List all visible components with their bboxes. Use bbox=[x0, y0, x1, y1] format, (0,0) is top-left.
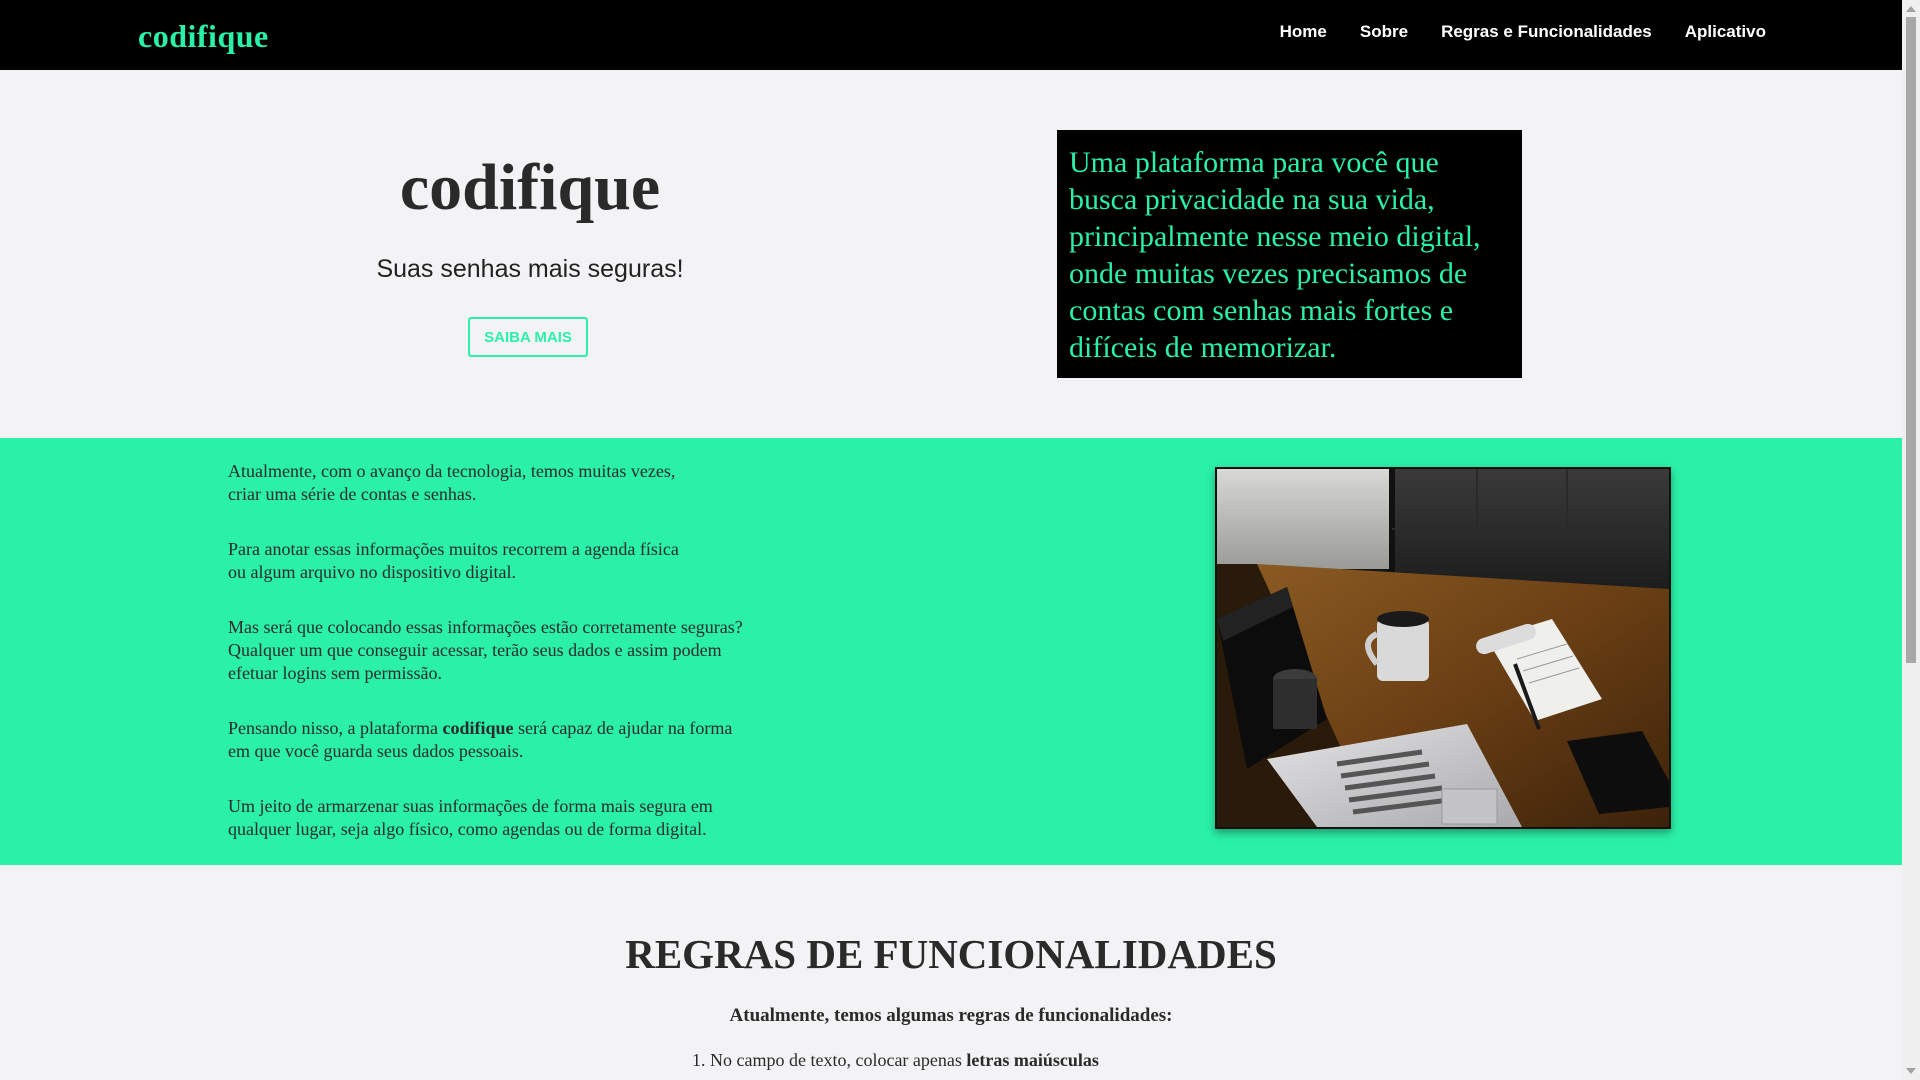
rule-text: 1. No campo de texto, colocar apenas bbox=[692, 1050, 967, 1070]
nav-links: Home Sobre Regras e Funcionalidades Apli… bbox=[1280, 22, 1766, 42]
about-paragraph: Pensando nisso, a plataforma codifique s… bbox=[228, 717, 828, 763]
rule-emphasis: letras maiúsculas bbox=[966, 1050, 1099, 1070]
about-line: criar uma série de contas e senhas. bbox=[228, 484, 477, 504]
about-line: Qualquer um que conseguir acessar, terão… bbox=[228, 640, 722, 660]
about-line: em que você guarda seus dados pessoais. bbox=[228, 741, 524, 761]
list-item: 1. No campo de texto, colocar apenas let… bbox=[692, 1050, 1099, 1071]
scroll-up-arrow-icon[interactable] bbox=[1906, 6, 1916, 12]
about-line: Pensando nisso, a plataforma bbox=[228, 718, 443, 738]
about-paragraph: Para anotar essas informações muitos rec… bbox=[228, 538, 828, 584]
rules-title: REGRAS DE FUNCIONALIDADES bbox=[625, 931, 1277, 977]
nav-link-aplicativo[interactable]: Aplicativo bbox=[1685, 22, 1766, 42]
navbar: codifique Home Sobre Regras e Funcionali… bbox=[0, 0, 1902, 70]
hero-subtitle: Suas senhas mais seguras! bbox=[376, 255, 684, 283]
hero-description-text: Uma plataforma para você que busca priva… bbox=[1069, 146, 1481, 364]
brand-logo[interactable]: codifique bbox=[138, 18, 269, 55]
hero-title: codifique bbox=[399, 151, 661, 224]
nav-link-home[interactable]: Home bbox=[1280, 22, 1327, 42]
brand-mention: codifique bbox=[442, 718, 514, 738]
about-line: Um jeito de armarzenar suas informações … bbox=[228, 796, 713, 816]
about-line: será capaz de ajudar na forma bbox=[513, 718, 733, 738]
workspace-photo bbox=[1215, 467, 1671, 829]
about-text: Atualmente, com o avanço da tecnologia, … bbox=[228, 460, 828, 873]
workspace-photo-illustration bbox=[1217, 469, 1669, 827]
about-section: Atualmente, com o avanço da tecnologia, … bbox=[0, 438, 1902, 865]
about-paragraph: Atualmente, com o avanço da tecnologia, … bbox=[228, 460, 828, 506]
about-paragraph: Mas será que colocando essas informações… bbox=[228, 616, 828, 685]
about-line: Mas será que colocando essas informações… bbox=[228, 617, 743, 637]
scroll-down-arrow-icon[interactable] bbox=[1906, 1068, 1916, 1074]
about-line: qualquer lugar, seja algo físico, como a… bbox=[228, 819, 707, 839]
about-line: efetuar logins sem permissão. bbox=[228, 663, 442, 683]
vertical-scrollbar[interactable] bbox=[1902, 0, 1920, 1080]
nav-link-sobre[interactable]: Sobre bbox=[1360, 22, 1408, 42]
scrollbar-thumb[interactable] bbox=[1906, 17, 1916, 663]
about-line: Para anotar essas informações muitos rec… bbox=[228, 539, 679, 559]
saiba-mais-button[interactable]: SAIBA MAIS bbox=[468, 317, 588, 357]
rules-intro: Atualmente, temos algumas regras de func… bbox=[729, 1005, 1173, 1026]
nav-link-regras[interactable]: Regras e Funcionalidades bbox=[1441, 22, 1652, 42]
about-paragraph: Um jeito de armarzenar suas informações … bbox=[228, 795, 828, 841]
about-line: ou algum arquivo no dispositivo digital. bbox=[228, 562, 516, 582]
about-line: Atualmente, com o avanço da tecnologia, … bbox=[228, 461, 676, 481]
rules-list: 1. No campo de texto, colocar apenas let… bbox=[692, 1050, 1099, 1071]
hero-description-box: Uma plataforma para você que busca priva… bbox=[1057, 130, 1522, 378]
